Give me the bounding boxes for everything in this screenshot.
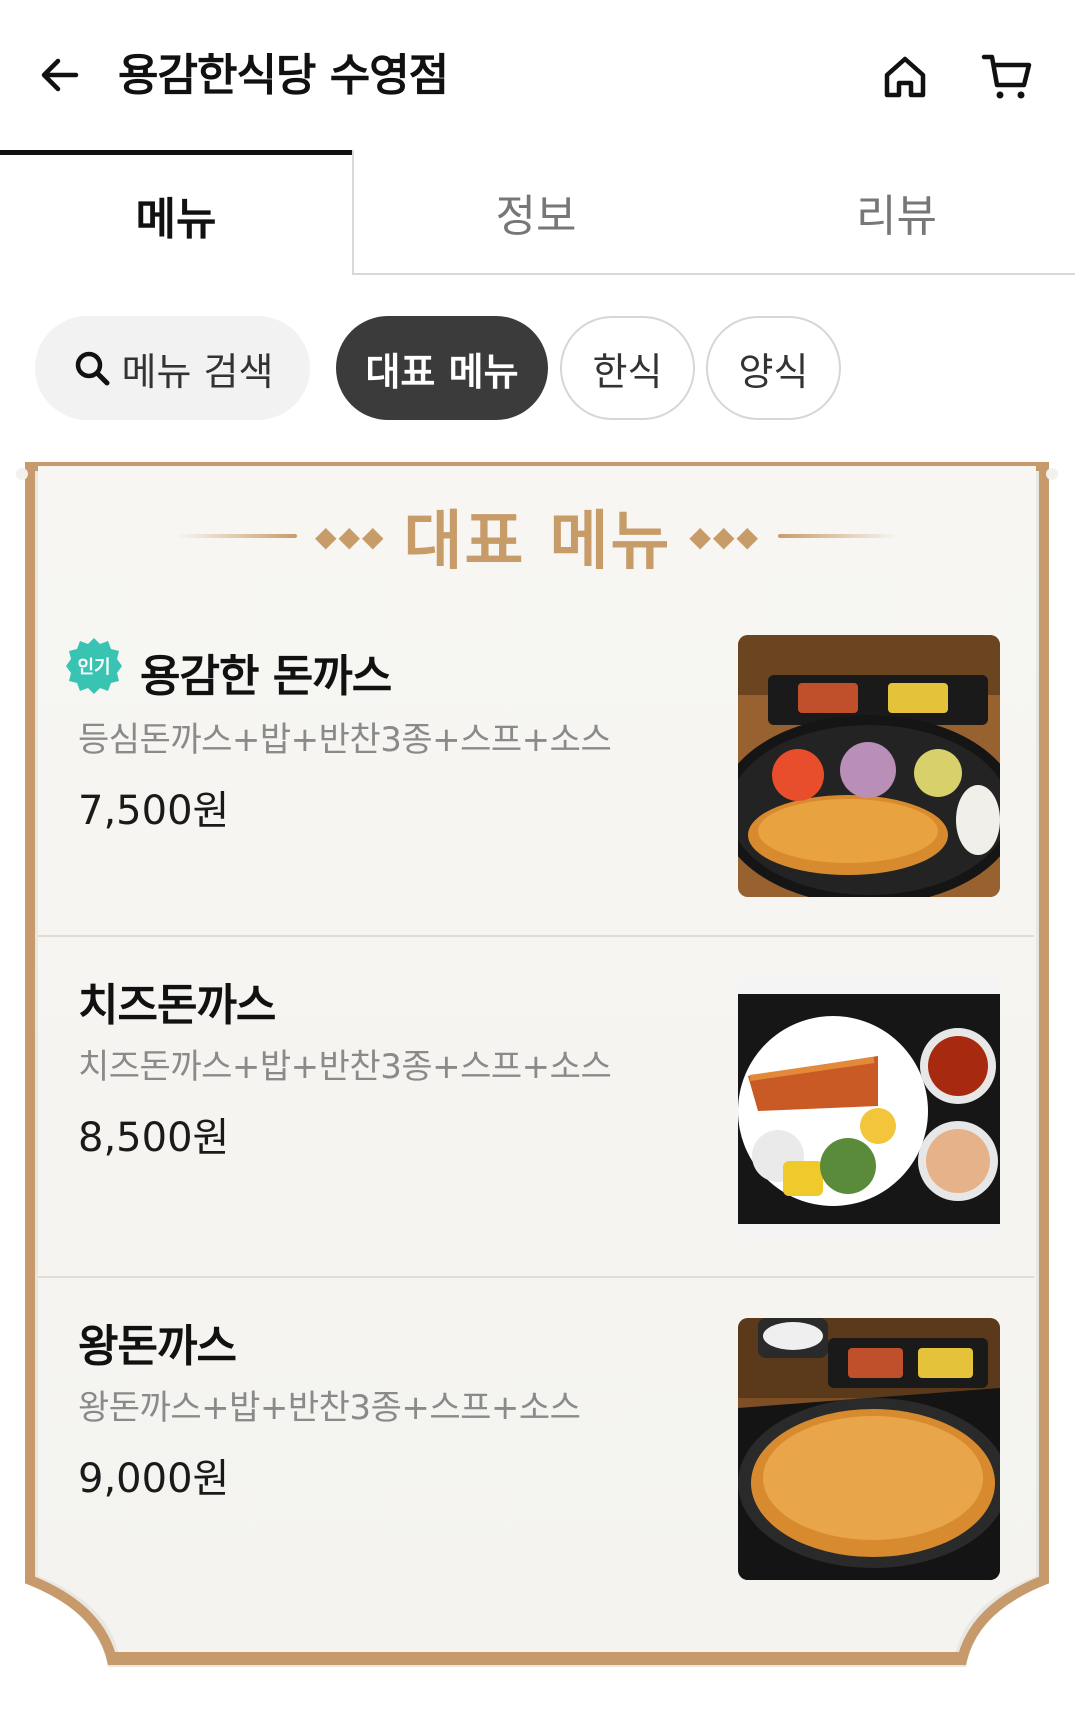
menu-item-name: 왕돈까스	[78, 1321, 237, 1372]
menu-item-price: 8,500원	[78, 1115, 230, 1161]
tab-review[interactable]: 리뷰	[718, 150, 1075, 275]
menu-item-description: 등심돈까스+밥+반찬3종+스프+소스	[78, 720, 612, 760]
menu-search-button[interactable]: 메뉴 검색	[35, 316, 310, 420]
menu-item[interactable]: 인기 용감한 돈까스 등심돈까스+밥+반찬3종+스프+소스 7,500원	[38, 620, 1034, 935]
pork-cutlet-photo-icon	[738, 635, 1000, 897]
store-title: 용감한식당 수영점	[118, 50, 449, 101]
menu-item-price: 7,500원	[78, 788, 230, 834]
menu-item-price: 9,000원	[78, 1456, 230, 1502]
chip-western[interactable]: 양식	[706, 316, 841, 420]
diamond-decoration-icon: ◆◆◆	[689, 519, 761, 553]
menu-divider	[38, 935, 1034, 937]
cart-icon	[981, 54, 1032, 99]
section-title: ◆◆◆ 대표 메뉴 ◆◆◆	[0, 490, 1075, 582]
menu-item-name: 치즈돈까스	[78, 980, 276, 1031]
diamond-decoration-icon: ◆◆◆	[314, 519, 386, 553]
menu-item-photo[interactable]	[738, 976, 1000, 1238]
menu-item-name: 용감한 돈까스	[140, 651, 392, 702]
tab-menu[interactable]: 메뉴	[0, 150, 352, 275]
menu-item[interactable]: 치즈돈까스 치즈돈까스+밥+반찬3종+스프+소스 8,500원	[38, 955, 1034, 1275]
menu-item[interactable]: 왕돈까스 왕돈까스+밥+반찬3종+스프+소스 9,000원	[38, 1296, 1034, 1616]
title-decoration-left	[176, 534, 297, 538]
section-title-label: 대표 메뉴	[403, 505, 672, 579]
chip-korean[interactable]: 한식	[560, 316, 695, 420]
home-icon	[884, 56, 926, 98]
popular-badge-label: 인기	[77, 657, 110, 678]
cart-button[interactable]	[975, 44, 1041, 110]
title-decoration-right	[778, 534, 899, 538]
chip-signature-menu[interactable]: 대표 메뉴	[336, 316, 548, 420]
app-header: 용감한식당 수영점	[0, 0, 1075, 150]
tab-info[interactable]: 정보	[352, 150, 718, 275]
popular-badge: 인기	[66, 638, 122, 694]
menu-item-description: 치즈돈까스+밥+반찬3종+스프+소스	[78, 1047, 612, 1087]
search-icon	[75, 351, 110, 386]
back-button[interactable]	[30, 45, 90, 105]
home-button[interactable]	[872, 44, 938, 110]
cheese-cutlet-photo-icon	[738, 976, 1000, 1238]
menu-item-description: 왕돈까스+밥+반찬3종+스프+소스	[78, 1388, 581, 1428]
menu-search-label: 메뉴 검색	[121, 349, 274, 394]
menu-item-photo[interactable]	[738, 635, 1000, 897]
menu-item-photo[interactable]	[738, 1318, 1000, 1580]
king-cutlet-photo-icon	[738, 1318, 1000, 1580]
tab-bar: 메뉴 정보 리뷰	[0, 150, 1075, 275]
arrow-left-icon	[41, 58, 79, 92]
menu-divider	[38, 1276, 1034, 1278]
